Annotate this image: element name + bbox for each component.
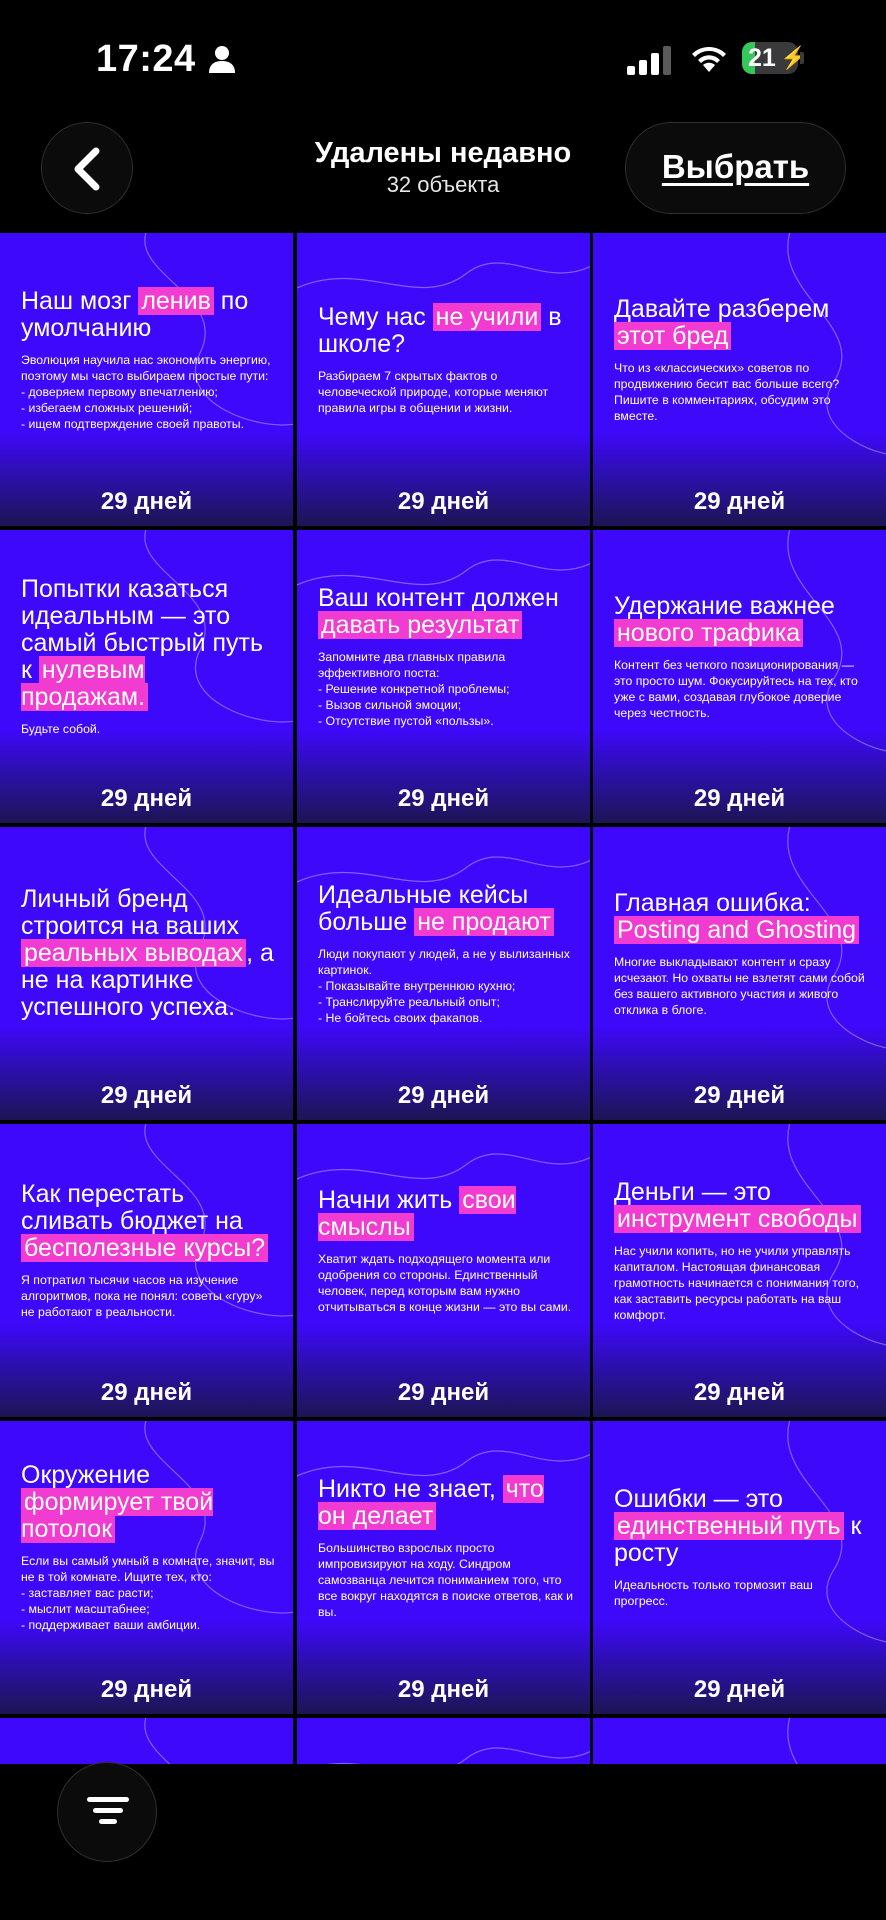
tile-title: Наш мозг ленив по умолчанию <box>21 286 277 342</box>
tile-title-hl: Posting and Ghosting <box>614 915 860 944</box>
tile-body: Контент без четкого позиционирования — э… <box>614 657 858 720</box>
days-remaining: 29 дней <box>397 1082 490 1109</box>
grid-tile[interactable]: Идеальные кейсы больше не продают Люди по… <box>297 827 590 1120</box>
grid-tile[interactable]: Окружение формирует твой потолок Если вы … <box>0 1421 293 1714</box>
tile-body: Разбираем 7 скрытых фактов о человеческо… <box>318 368 549 415</box>
grid-tile[interactable]: Деньги — это инструмент свободы Нас учили… <box>593 1124 886 1417</box>
tile-body: Идеальность только тормозит ваш прогресс… <box>614 1578 813 1608</box>
tile-title-hl: не учили <box>432 302 542 331</box>
grid-tile[interactable]: Никто не знает, что он делает Большинство… <box>297 1421 590 1714</box>
tile-title-pre: Давайте разберем <box>614 294 830 323</box>
tile-title-pre: Ваш контент должен <box>318 583 559 612</box>
tile-title: Ошибки — это единственный путь к росту <box>614 1486 870 1567</box>
grid-tile[interactable]: Главная ошибка: Posting and Ghosting Мног… <box>593 827 886 1120</box>
grid-tile[interactable]: Личный бренд строится на ваших реальных … <box>0 827 293 1120</box>
tile-title-pre: Удержание важнее <box>614 591 835 620</box>
tile-body: Большинство взрослых просто импровизирую… <box>318 1540 574 1619</box>
days-remaining: 29 дней <box>100 1082 193 1109</box>
tile-body: Будьте собой. <box>21 722 101 736</box>
tile-body: Я потратил тысячи часов на изучение алго… <box>21 1273 263 1319</box>
grid-tile[interactable]: Начни жить свои смыслы Хватит ждать подхо… <box>297 1124 590 1417</box>
status-bar: 17:24 21 ⚡ <box>0 0 886 120</box>
sort-icon <box>87 1797 129 1824</box>
days-remaining: 29 дней <box>693 1379 786 1406</box>
tile-title-pre: Как перестать сливать бюджет на <box>21 1180 243 1235</box>
days-remaining: 29 дней <box>693 785 786 812</box>
grid-tile[interactable]: Удержание важнее нового трафика Контент б… <box>593 530 886 823</box>
status-time: 17:24 <box>96 38 196 80</box>
grid-tile[interactable]: Наш мозг ленив по умолчанию Эволюция науч… <box>0 233 293 526</box>
days-remaining: 29 дней <box>397 488 490 515</box>
tile-title-pre: Личный бренд строится на ваших <box>21 885 239 940</box>
tile-title: Окружение формирует твой потолок <box>21 1462 277 1543</box>
days-remaining: 29 дней <box>100 1676 193 1703</box>
tile-title: Чему нас не учили в школе? <box>318 302 574 358</box>
tile-title-hl: этот бред <box>614 321 732 350</box>
grid-tile[interactable] <box>593 1718 886 1764</box>
tile-title: Личный бренд строится на ваших реальных … <box>21 886 277 1021</box>
tile-title: Главная ошибка: Posting and Ghosting <box>614 888 870 944</box>
days-remaining: 29 дней <box>397 785 490 812</box>
tile-title-pre: Начни жить <box>318 1185 460 1214</box>
tile-title: Ваш контент должен давать результат <box>318 583 574 639</box>
grid-tile[interactable]: Твоя ценность не <box>297 1718 590 1764</box>
tile-title-hl: единственный путь <box>614 1512 844 1540</box>
tile-title-pre: Наш мозг <box>21 286 139 315</box>
filter-button[interactable] <box>57 1762 157 1862</box>
tile-title: Никто не знает, что он делает <box>318 1474 574 1530</box>
grid-tile[interactable]: Умение говорить <box>0 1718 293 1764</box>
days-remaining: 29 дней <box>100 785 193 812</box>
tile-body: Что из «классических» советов по продвиж… <box>614 360 840 423</box>
tile-title: Как перестать сливать бюджет на бесполез… <box>21 1181 277 1262</box>
tile-title-pre: Никто не знает, <box>318 1474 503 1503</box>
wifi-icon <box>692 46 726 72</box>
tile-title-hl: формирует твой потолок <box>21 1488 214 1543</box>
grid-tile[interactable]: Чему нас не учили в школе? Разбираем 7 ск… <box>297 233 590 526</box>
tile-title-pre: Чему нас <box>318 302 433 331</box>
days-remaining: 29 дней <box>693 1676 786 1703</box>
tile-title-hl: нулевым продажам. <box>21 656 149 711</box>
tile-title: Идеальные кейсы больше не продают <box>318 881 574 936</box>
grid-tile[interactable]: Попытки казаться идеальным — это самый б… <box>0 530 293 823</box>
tile-body: Запомните два главных правила эффективно… <box>318 649 510 728</box>
select-button[interactable]: Выбрать <box>625 122 846 214</box>
tile-title-hl: не продают <box>414 907 554 936</box>
tile-title: Давайте разберем этот бред <box>614 294 870 350</box>
tile-title-pre: Окружение <box>21 1461 151 1489</box>
tile-title-hl: инструмент свободы <box>614 1204 861 1233</box>
tile-title: Попытки казаться идеальным — это самый б… <box>21 576 277 711</box>
tile-title: Деньги — это инструмент свободы <box>614 1177 870 1233</box>
tile-body: Если вы самый умный в комнате, значит, в… <box>21 1554 275 1632</box>
tile-title-pre: Ошибки — это <box>614 1485 783 1513</box>
days-remaining: 29 дней <box>100 488 193 515</box>
days-remaining: 29 дней <box>693 488 786 515</box>
tile-body: Люди покупают у людей, а не у вылизанных… <box>318 946 570 1025</box>
tile-title: Удержание важнее нового трафика <box>614 591 870 647</box>
days-remaining: 29 дней <box>693 1082 786 1109</box>
days-remaining: 29 дней <box>397 1379 490 1406</box>
tile-title-pre: Деньги — это <box>614 1177 771 1206</box>
tile-body: Эволюция научила нас экономить энергию, … <box>21 352 271 431</box>
tile-title-hl: давать результат <box>318 610 523 639</box>
tile-title-pre: Главная ошибка: <box>614 888 811 917</box>
tile-body: Нас учили копить, но не учили управлять … <box>614 1243 860 1322</box>
days-remaining: 29 дней <box>397 1676 490 1703</box>
photo-grid: Наш мозг ленив по умолчанию Эволюция науч… <box>0 233 886 1764</box>
days-remaining: 29 дней <box>100 1379 193 1406</box>
tile-title-hl: реальных выводах <box>21 939 247 967</box>
battery-icon: 21 ⚡ <box>742 42 807 74</box>
person-icon <box>209 46 235 73</box>
grid-tile[interactable]: Ваш контент должен давать результат Запом… <box>297 530 590 823</box>
grid-tile[interactable]: Ошибки — это единственный путь к росту Ид… <box>593 1421 886 1714</box>
grid-tile[interactable]: Давайте разберем этот бред Что из «класси… <box>593 233 886 526</box>
tile-title-hl: бесполезные курсы? <box>21 1234 269 1262</box>
tile-title: Начни жить свои смыслы <box>318 1185 574 1241</box>
signal-icon <box>627 46 671 75</box>
battery-percent: 21 <box>748 44 776 72</box>
tile-title-hl: нового трафика <box>614 618 804 647</box>
tile-body: Многие выкладывают контент и сразу исчез… <box>614 954 865 1017</box>
tile-title-hl: ленив <box>138 286 214 315</box>
tile-body: Хватит ждать подходящего момента или одо… <box>318 1251 572 1314</box>
grid-tile[interactable]: Как перестать сливать бюджет на бесполез… <box>0 1124 293 1417</box>
